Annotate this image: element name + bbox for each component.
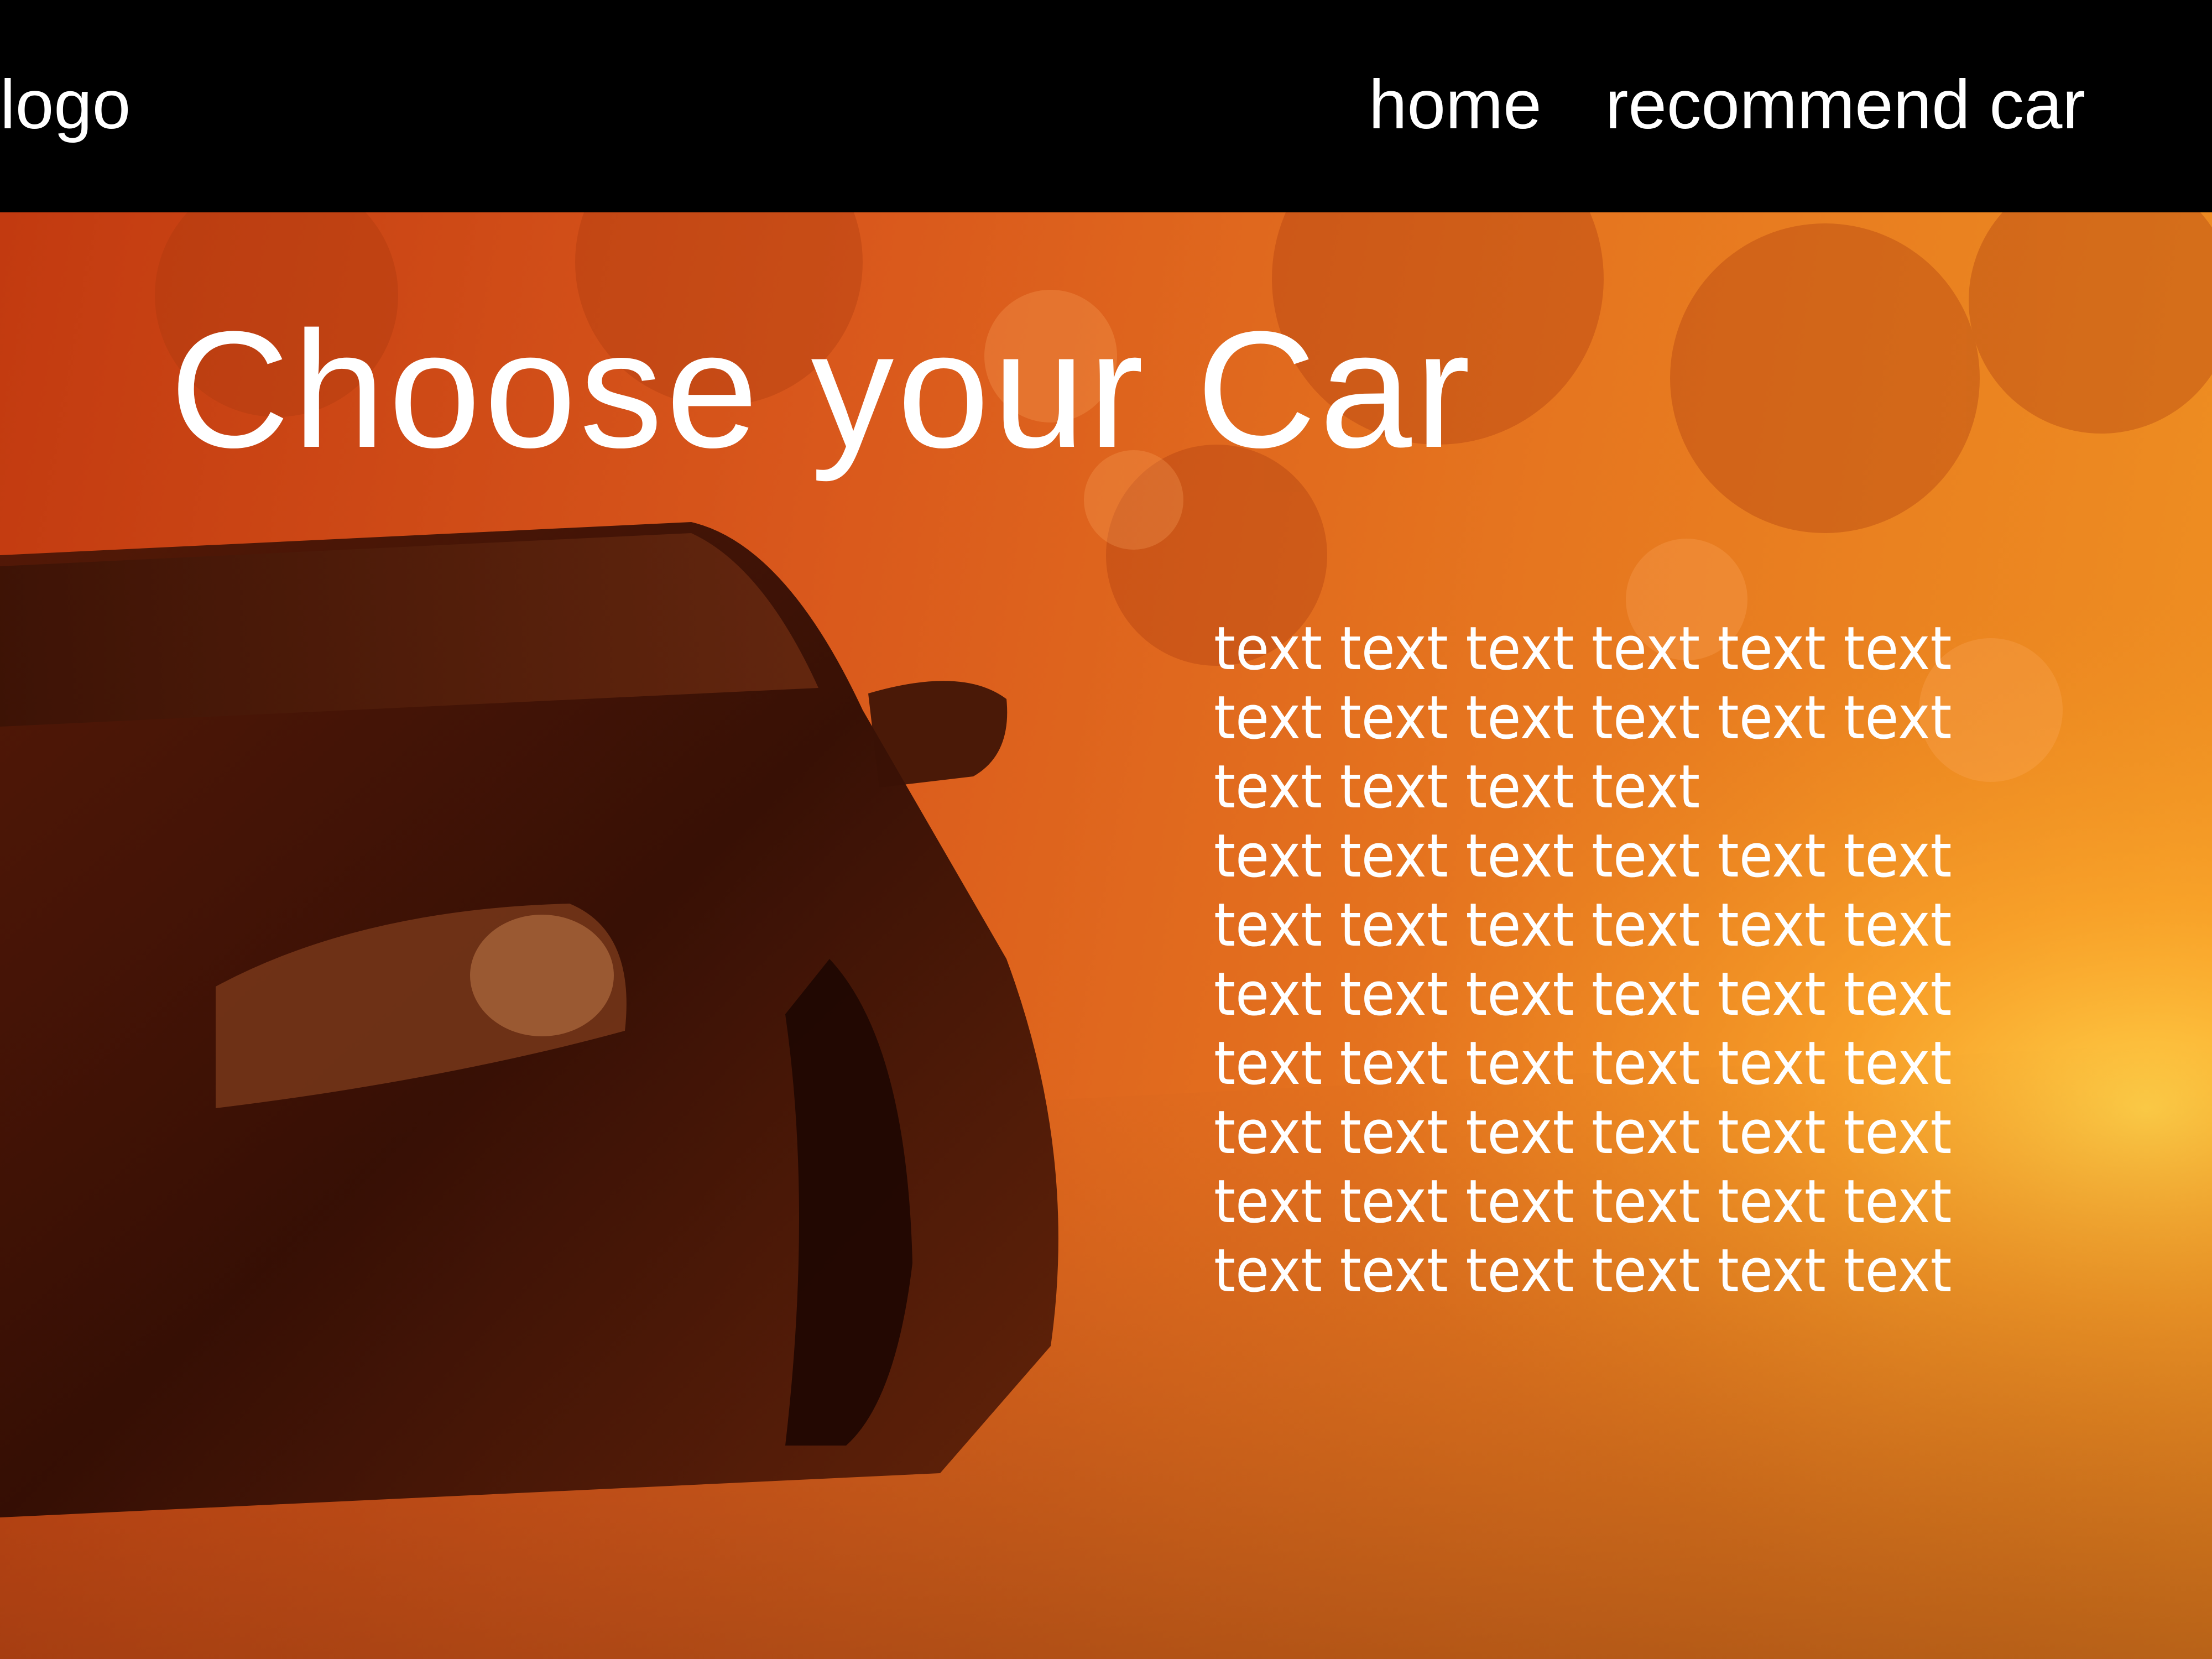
hero-description: text text text text text text text text … — [1214, 614, 1952, 1306]
hero-banner: Choose your Car text text text text text… — [0, 212, 2212, 1659]
main-nav: home recommend car — [1369, 66, 2085, 144]
top-navbar: logo home recommend car — [0, 0, 2212, 212]
nav-recommend-car-link[interactable]: recommend car — [1605, 66, 2085, 144]
nav-home-link[interactable]: home — [1369, 66, 1542, 144]
logo[interactable]: logo — [0, 66, 131, 144]
hero-title: Choose your Car — [170, 296, 1474, 482]
